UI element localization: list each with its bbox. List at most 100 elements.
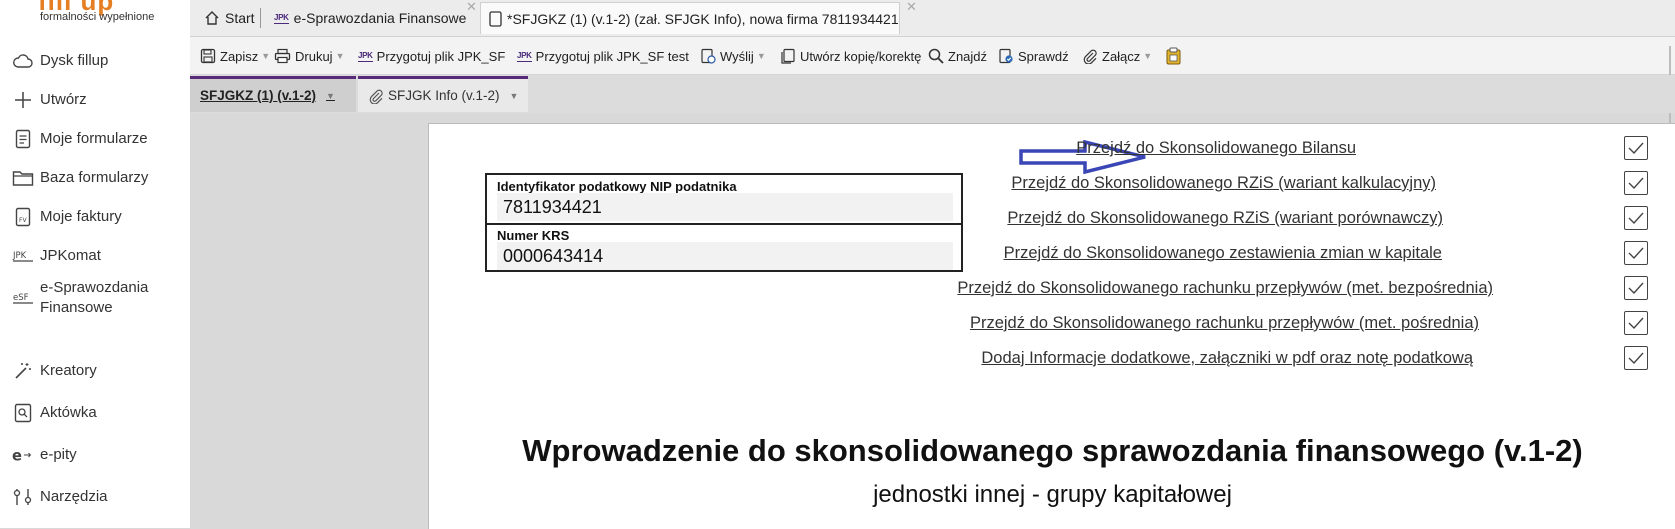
prepare-jpk-sf-test-button[interactable]: JPK Przygotuj plik JPK_SF test <box>517 45 689 67</box>
print-label: Drukuj <box>295 48 333 64</box>
tab-divider <box>260 8 261 28</box>
svg-text:e: e <box>12 448 22 465</box>
tab-label: e-Sprawozdania Finansowe <box>293 10 467 26</box>
taxpayer-id-box: Identyfikator podatkowy NIP podatnika 78… <box>485 173 963 272</box>
close-tab-icon[interactable]: ✕ <box>906 0 917 15</box>
svg-text:eSF: eSF <box>13 293 29 303</box>
invoice-icon: FV <box>12 206 34 228</box>
check-label: Sprawdź <box>1018 48 1069 64</box>
document-tab-bar: Start JPK e-Sprawozdania Finansowe ✕ *SF… <box>190 0 1675 37</box>
sidebar-item-e-pity[interactable]: e e-pity <box>12 438 187 472</box>
jpk-icon: JPK <box>274 12 289 24</box>
sidebar-item-label: Aktówka <box>40 404 97 421</box>
nip-field[interactable]: 7811934421 <box>497 193 953 221</box>
sidebar-item-label: Kreatory <box>40 362 97 379</box>
krs-field[interactable]: 0000643414 <box>497 242 953 270</box>
link-skonsolidowany-bilans[interactable]: Przejdź do Skonsolidowanego Bilansu <box>1076 139 1356 158</box>
sidebar-item-utworz[interactable]: Utwórz <box>12 83 187 117</box>
printer-icon <box>274 48 291 64</box>
sidebar-item-jpkomat[interactable]: JPK JPKomat <box>12 239 187 273</box>
sidebar-item-label: Baza formularzy <box>40 169 149 186</box>
checkmark-icon <box>1628 352 1644 365</box>
tab-e-sprawozdania[interactable]: JPK e-Sprawozdania Finansowe <box>266 2 466 34</box>
sidebar-item-baza-formularzy[interactable]: Baza formularzy <box>12 161 187 195</box>
chevron-down-icon[interactable]: ▼ <box>510 91 519 101</box>
plus-icon <box>12 89 34 111</box>
chevron-down-icon[interactable]: ▼ <box>261 51 270 61</box>
logo-tagline: formalności wypełnione <box>40 11 155 23</box>
svg-text:FV: FV <box>19 217 27 224</box>
save-button[interactable]: Zapisz ▼ <box>200 45 270 67</box>
close-tab-icon[interactable]: ✕ <box>466 0 477 15</box>
link-rzis-kalkulacyjny[interactable]: Przejdź do Skonsolidowanego RZiS (warian… <box>1011 174 1436 193</box>
sidebar-item-narzedzia[interactable]: Narzędzia <box>12 480 187 514</box>
app-logo[interactable]: fill up formalności wypełnione <box>38 0 178 26</box>
sidebar-item-label: Utwórz <box>40 91 87 108</box>
checkbox-bilans[interactable] <box>1624 136 1648 160</box>
tab-document[interactable]: *SFJGKZ (1) (v.1-2) (zał. SFJGK Info), n… <box>480 2 900 34</box>
prepare-jpk-test-label: Przygotuj plik JPK_SF test <box>535 48 689 64</box>
copy-icon <box>780 48 796 64</box>
checkbox-informacje-dodatkowe[interactable] <box>1624 346 1648 370</box>
form-title: Wprowadzenie do skonsolidowanego sprawoz… <box>522 433 1583 468</box>
checkbox-przeplywy-bezposrednia[interactable] <box>1624 276 1648 300</box>
sidebar-item-label: e-Sprawozdania Finansowe <box>40 279 149 316</box>
paperclip-icon <box>1082 48 1098 64</box>
prepare-jpk-sf-button[interactable]: JPK Przygotuj plik JPK_SF <box>358 45 505 67</box>
link-zestawienie-zmian[interactable]: Przejdź do Skonsolidowanego zestawienia … <box>1004 244 1442 263</box>
svg-text:JPK: JPK <box>12 251 27 261</box>
jpk-icon: JPK <box>358 50 373 62</box>
chevron-down-icon[interactable]: ▼ <box>1143 51 1152 61</box>
sidebar-item-label: Narzędzia <box>40 488 108 505</box>
checkbox-rzis-porownawczy[interactable] <box>1624 206 1648 230</box>
cloud-icon <box>12 50 34 72</box>
print-button[interactable]: Drukuj ▼ <box>274 45 345 67</box>
subtab-label: SFJGKZ (1) (v.1-2) <box>200 88 317 103</box>
save-label: Zapisz <box>220 48 259 64</box>
checkmark-icon <box>1628 177 1644 190</box>
briefcase-icon <box>12 402 34 424</box>
form-subtitle: jednostki innej - grupy kapitałowej <box>873 481 1232 508</box>
link-przeplywy-bezposrednia[interactable]: Przejdź do Skonsolidowanego rachunku prz… <box>957 279 1493 298</box>
sidebar-item-aktowka[interactable]: Aktówka <box>12 396 187 430</box>
document-icon <box>12 128 34 150</box>
send-icon <box>700 48 716 64</box>
form-page: Identyfikator podatkowy NIP podatnika 78… <box>428 123 1675 529</box>
epity-icon: e <box>12 444 34 466</box>
sidebar-item-label: Moje formularze <box>40 130 148 147</box>
sidebar-item-kreatory[interactable]: Kreatory <box>12 354 187 388</box>
sidebar-item-label: Moje faktury <box>40 208 122 225</box>
send-label: Wyślij <box>720 48 754 64</box>
link-rzis-porownawczy[interactable]: Przejdź do Skonsolidowanego RZiS (warian… <box>1007 209 1443 228</box>
verify-icon <box>998 48 1014 64</box>
checkmark-icon <box>1628 212 1644 225</box>
checkbox-zestawienie-zmian[interactable] <box>1624 241 1648 265</box>
jpk-icon: JPK <box>12 245 34 267</box>
create-copy-button[interactable]: Utwórz kopię/korektę <box>780 45 921 67</box>
chevron-down-icon[interactable]: ▼ <box>326 91 335 101</box>
tab-start[interactable]: Start <box>196 2 262 34</box>
check-button[interactable]: Sprawdź <box>998 45 1069 67</box>
subtab-sfjgk-info[interactable]: SFJGK Info (v.1-2) ▼ <box>358 76 528 112</box>
nip-row: Identyfikator podatkowy NIP podatnika 78… <box>487 175 961 225</box>
link-informacje-dodatkowe[interactable]: Dodaj Informacje dodatkowe, załączniki w… <box>981 349 1473 368</box>
send-button[interactable]: Wyślij ▼ <box>700 45 766 67</box>
sidebar-item-e-sprawozdania[interactable]: eSF e-Sprawozdania Finansowe <box>12 276 187 320</box>
checkbox-przeplywy-posrednia[interactable] <box>1624 311 1648 335</box>
find-button[interactable]: Znajdź <box>928 45 987 67</box>
sidebar: fill up formalności wypełnione Dysk fill… <box>0 0 190 528</box>
clipboard-icon <box>1165 47 1182 65</box>
link-przeplywy-posrednia[interactable]: Przejdź do Skonsolidowanego rachunku prz… <box>970 314 1479 333</box>
subtab-sfjgkz[interactable]: SFJGKZ (1) (v.1-2) ▼ <box>190 76 356 112</box>
chevron-down-icon[interactable]: ▼ <box>336 51 345 61</box>
create-copy-label: Utwórz kopię/korektę <box>800 48 922 64</box>
attach-button[interactable]: Załącz ▼ <box>1082 45 1152 67</box>
checkbox-rzis-kalkulacyjny[interactable] <box>1624 171 1648 195</box>
sidebar-item-moje-formularze[interactable]: Moje formularze <box>12 122 187 156</box>
clipboard-button[interactable] <box>1165 45 1186 67</box>
paperclip-icon <box>368 88 384 104</box>
sidebar-item-dysk-fillup[interactable]: Dysk fillup <box>12 44 187 78</box>
attach-label: Załącz <box>1102 48 1141 64</box>
sidebar-item-moje-faktury[interactable]: FV Moje faktury <box>12 200 187 234</box>
chevron-down-icon[interactable]: ▼ <box>757 51 766 61</box>
